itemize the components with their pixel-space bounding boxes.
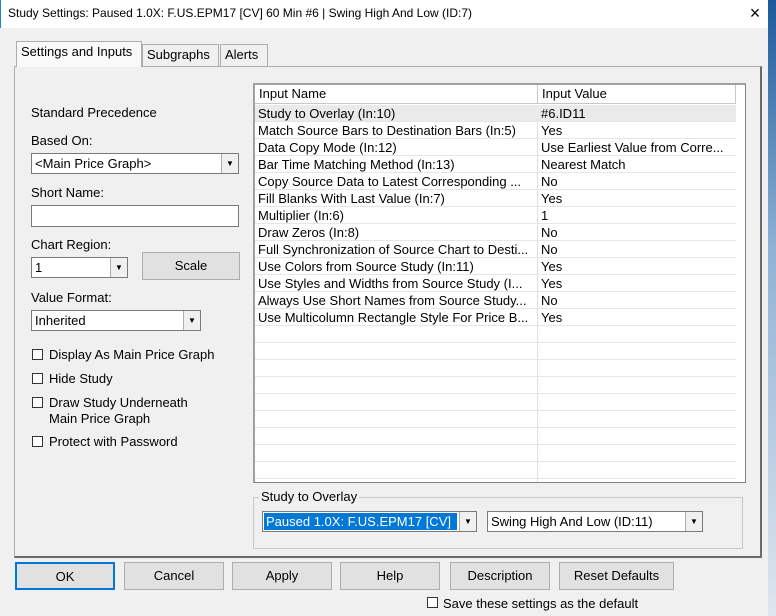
- input-value[interactable]: No: [541, 225, 736, 240]
- table-row[interactable]: Full Synchronization of Source Chart to …: [255, 241, 736, 258]
- based-on-value: <Main Price Graph>: [35, 156, 152, 171]
- short-name-label: Short Name:: [31, 185, 104, 200]
- cancel-button[interactable]: Cancel: [124, 562, 224, 590]
- chevron-down-icon[interactable]: ▼: [221, 154, 238, 173]
- chart-region-label: Chart Region:: [31, 237, 112, 252]
- protect-password-label: Protect with Password: [49, 434, 178, 449]
- hide-study-label: Hide Study: [49, 371, 113, 386]
- background-window-edge: [768, 0, 776, 616]
- empty-row: [255, 462, 736, 479]
- display-as-main-label: Display As Main Price Graph: [49, 347, 215, 362]
- table-row[interactable]: Use Multicolumn Rectangle Style For Pric…: [255, 309, 736, 326]
- tab-alerts[interactable]: Alerts: [220, 44, 268, 66]
- display-as-main-checkbox[interactable]: [32, 349, 43, 360]
- input-name: Draw Zeros (In:8): [258, 225, 360, 240]
- draw-underneath-checkbox[interactable]: [32, 397, 43, 408]
- table-row[interactable]: Draw Zeros (In:8) No: [255, 224, 736, 241]
- input-name: Always Use Short Names from Source Study…: [258, 293, 527, 308]
- value-format-label: Value Format:: [31, 290, 112, 305]
- input-value[interactable]: Yes: [541, 123, 736, 138]
- input-value[interactable]: Yes: [541, 276, 736, 291]
- value-format-value: Inherited: [35, 313, 86, 328]
- overlay-chart-value: Paused 1.0X: F.US.EPM17 [CV]: [264, 513, 457, 530]
- input-value[interactable]: Nearest Match: [541, 157, 736, 172]
- tab-subgraphs[interactable]: Subgraphs: [142, 44, 219, 66]
- table-row[interactable]: Data Copy Mode (In:12) Use Earliest Value…: [255, 139, 736, 156]
- scale-button[interactable]: Scale: [142, 252, 240, 280]
- table-row[interactable]: Study to Overlay (In:10) #6.ID11: [255, 105, 736, 122]
- column-header-input-value[interactable]: Input Value: [538, 85, 736, 104]
- table-row[interactable]: Use Colors from Source Study (In:11) Yes: [255, 258, 736, 275]
- table-row[interactable]: Match Source Bars to Destination Bars (I…: [255, 122, 736, 139]
- close-icon[interactable]: ×: [744, 2, 766, 24]
- input-value[interactable]: No: [541, 242, 736, 257]
- overlay-chart-select[interactable]: Paused 1.0X: F.US.EPM17 [CV] ▼: [262, 511, 477, 532]
- hide-study-checkbox[interactable]: [32, 373, 43, 384]
- apply-button[interactable]: Apply: [232, 562, 332, 590]
- input-name: Use Multicolumn Rectangle Style For Pric…: [258, 310, 529, 325]
- short-name-input[interactable]: [31, 205, 239, 227]
- table-row[interactable]: Use Styles and Widths from Source Study …: [255, 275, 736, 292]
- chevron-down-icon[interactable]: ▼: [685, 512, 702, 531]
- table-row[interactable]: Multiplier (In:6) 1: [255, 207, 736, 224]
- input-name: Bar Time Matching Method (In:13): [258, 157, 455, 172]
- reset-defaults-button[interactable]: Reset Defaults: [559, 562, 674, 590]
- save-default-label: Save these settings as the default: [443, 596, 639, 611]
- input-name: Full Synchronization of Source Chart to …: [258, 242, 529, 257]
- ok-button[interactable]: OK: [15, 562, 115, 590]
- draw-underneath-label-line2: Main Price Graph: [49, 411, 151, 426]
- based-on-label: Based On:: [31, 133, 93, 148]
- empty-row: [255, 394, 736, 411]
- input-name: Copy Source Data to Latest Corresponding…: [258, 174, 522, 189]
- description-button[interactable]: Description: [450, 562, 550, 590]
- empty-row: [255, 428, 736, 445]
- table-row[interactable]: Always Use Short Names from Source Study…: [255, 292, 736, 309]
- input-value[interactable]: #6.ID11: [541, 106, 736, 121]
- chevron-down-icon[interactable]: ▼: [110, 258, 127, 277]
- table-row[interactable]: Fill Blanks With Last Value (In:7) Yes: [255, 190, 736, 207]
- chart-region-value: 1: [35, 260, 43, 275]
- empty-row: [255, 360, 736, 377]
- overlay-study-select[interactable]: Swing High And Low (ID:11) ▼: [487, 511, 703, 532]
- empty-row: [255, 445, 736, 462]
- input-value[interactable]: 1: [541, 208, 736, 223]
- tab-settings-and-inputs[interactable]: Settings and Inputs: [16, 41, 142, 67]
- empty-row: [255, 377, 736, 394]
- overlay-study-value: Swing High And Low (ID:11): [491, 514, 653, 529]
- input-name: Fill Blanks With Last Value (In:7): [258, 191, 445, 206]
- input-name: Use Colors from Source Study (In:11): [258, 259, 474, 274]
- chevron-down-icon[interactable]: ▼: [459, 512, 476, 531]
- input-name: Data Copy Mode (In:12): [258, 140, 397, 155]
- help-button[interactable]: Help: [340, 562, 440, 590]
- draw-underneath-label: Draw Study Underneath: [49, 395, 188, 410]
- input-value[interactable]: Yes: [541, 310, 736, 325]
- input-name: Study to Overlay (In:10): [258, 106, 396, 121]
- standard-precedence-label: Standard Precedence: [31, 105, 157, 120]
- input-name: Use Styles and Widths from Source Study …: [258, 276, 523, 291]
- based-on-select[interactable]: <Main Price Graph> ▼: [31, 153, 239, 174]
- input-value[interactable]: Yes: [541, 259, 736, 274]
- table-row[interactable]: Bar Time Matching Method (In:13) Nearest …: [255, 156, 736, 173]
- empty-row: [255, 326, 736, 343]
- chart-region-select[interactable]: 1 ▼: [31, 257, 128, 278]
- input-value[interactable]: No: [541, 293, 736, 308]
- input-value[interactable]: No: [541, 174, 736, 189]
- empty-row: [255, 411, 736, 428]
- column-header-input-name[interactable]: Input Name: [255, 85, 538, 104]
- input-value[interactable]: Use Earliest Value from Corre...: [541, 140, 736, 155]
- window-title: Study Settings: Paused 1.0X: F.US.EPM17 …: [8, 6, 473, 20]
- inputs-table: Input Name Input Value Study to Overlay …: [253, 83, 746, 483]
- empty-row: [255, 343, 736, 360]
- value-format-select[interactable]: Inherited ▼: [31, 310, 201, 331]
- chevron-down-icon[interactable]: ▼: [183, 311, 200, 330]
- table-row[interactable]: Copy Source Data to Latest Corresponding…: [255, 173, 736, 190]
- input-value[interactable]: Yes: [541, 191, 736, 206]
- protect-password-checkbox[interactable]: [32, 436, 43, 447]
- input-name: Multiplier (In:6): [258, 208, 344, 223]
- input-name: Match Source Bars to Destination Bars (I…: [258, 123, 516, 138]
- study-to-overlay-label: Study to Overlay: [259, 489, 360, 504]
- save-default-checkbox[interactable]: [427, 597, 438, 608]
